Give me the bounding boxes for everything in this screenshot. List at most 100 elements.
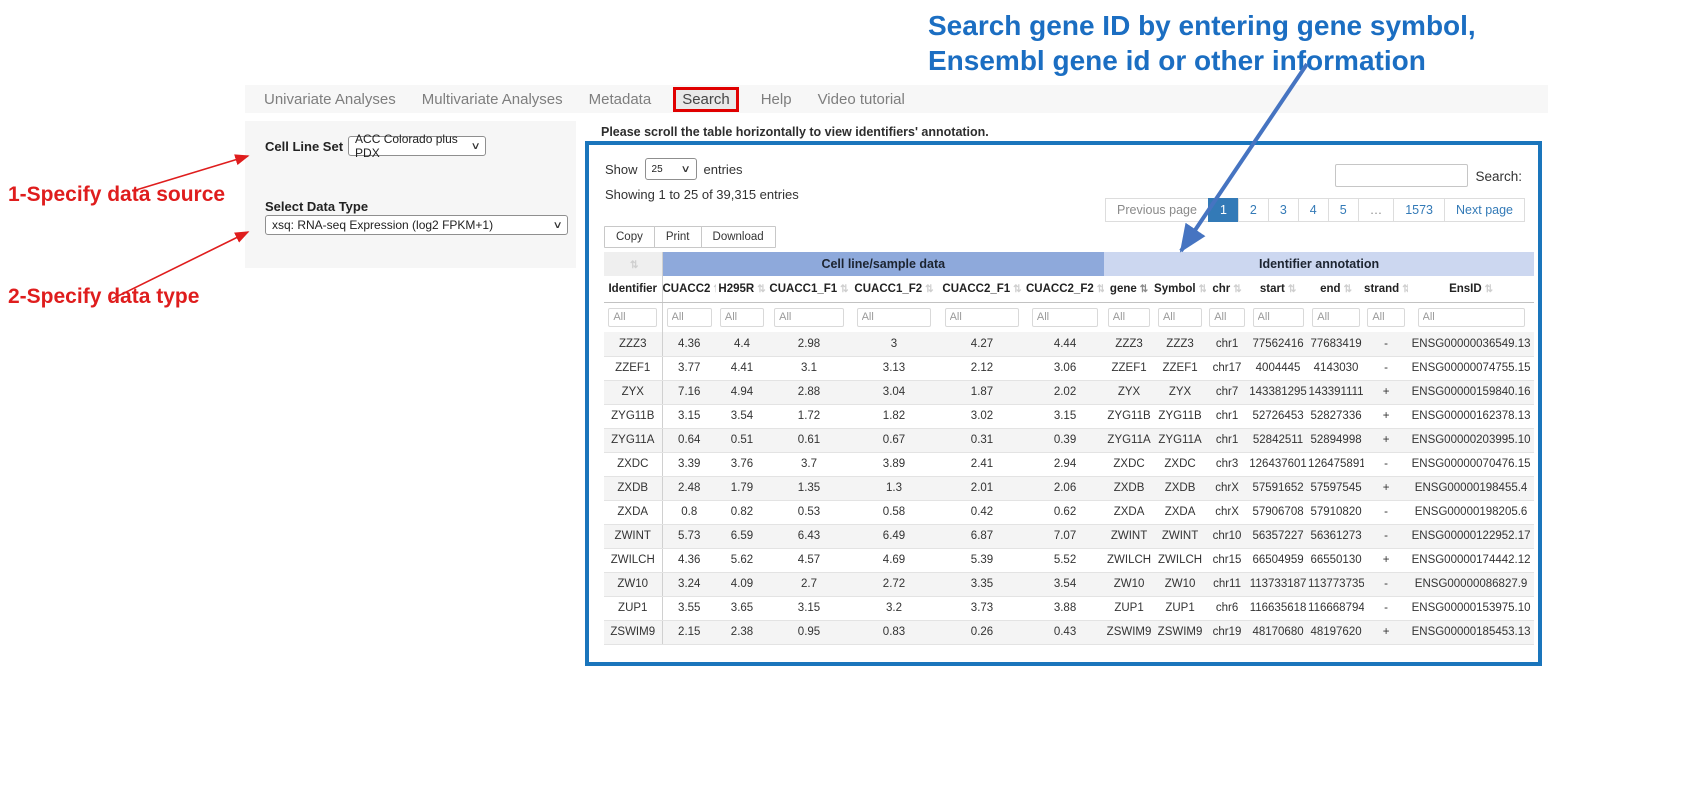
cell-symbol: ZW10	[1154, 572, 1206, 596]
column-header-ensid[interactable]: EnsID⇅	[1408, 276, 1534, 302]
column-header-chr[interactable]: chr⇅	[1206, 276, 1248, 302]
cell-end: 57597545	[1308, 476, 1364, 500]
nav-item-univariate-analyses[interactable]: Univariate Analyses	[264, 91, 396, 108]
column-header-cuacc1-f2[interactable]: CUACC1_F2⇅	[850, 276, 938, 302]
filter-input-cuacc2[interactable]	[667, 308, 712, 327]
cell-line-set-select[interactable]: ACC Colorado plus PDX ∨	[348, 136, 486, 156]
cell-symbol: ZYG11B	[1154, 404, 1206, 428]
cell-gene: ZXDC	[1104, 452, 1154, 476]
cell-end: 56361273	[1308, 524, 1364, 548]
column-header-identifier[interactable]: Identifier	[604, 276, 662, 302]
column-header-end[interactable]: end⇅	[1308, 276, 1364, 302]
search-label: Search:	[1475, 169, 1522, 184]
filter-input-cuacc1-f2[interactable]	[857, 308, 932, 327]
data-type-select[interactable]: xsq: RNA-seq Expression (log2 FPKM+1) ∨	[265, 215, 568, 235]
cell-gene: ZSWIM9	[1104, 620, 1154, 644]
cell-cuacc2-f2: 0.62	[1026, 500, 1104, 524]
table-row: ZWINT5.736.596.436.496.877.07ZWINTZWINTc…	[604, 524, 1534, 548]
table-row: ZW103.244.092.72.723.353.54ZW10ZW10chr11…	[604, 572, 1534, 596]
download-button[interactable]: Download	[701, 226, 776, 248]
cell-cuacc2-f2: 0.39	[1026, 428, 1104, 452]
sort-icon[interactable]: ⇅	[604, 252, 662, 276]
cell-cuacc1-f1: 2.7	[768, 572, 850, 596]
cell-cuacc1-f1: 3.15	[768, 596, 850, 620]
filter-input-end[interactable]	[1312, 308, 1360, 327]
previous-page-button[interactable]: Previous page	[1105, 198, 1209, 222]
cell-end: 52827336	[1308, 404, 1364, 428]
filter-input-cuacc2-f1[interactable]	[945, 308, 1020, 327]
cell-cuacc2-f2: 3.88	[1026, 596, 1104, 620]
copy-button[interactable]: Copy	[604, 226, 655, 248]
column-header-start[interactable]: start⇅	[1248, 276, 1308, 302]
column-header-cuacc1-f1[interactable]: CUACC1_F1⇅	[768, 276, 850, 302]
cell-cuacc1-f2: 3.89	[850, 452, 938, 476]
table-row: ZSWIM92.152.380.950.830.260.43ZSWIM9ZSWI…	[604, 620, 1534, 644]
cell-chr: chr1	[1206, 332, 1248, 356]
search-input[interactable]	[1335, 164, 1468, 187]
pagination: Previous page12345…1573Next page	[1106, 198, 1525, 222]
nav-item-video-tutorial[interactable]: Video tutorial	[818, 91, 905, 108]
cell-line-set-value: ACC Colorado plus PDX	[355, 132, 466, 160]
nav-item-multivariate-analyses[interactable]: Multivariate Analyses	[422, 91, 563, 108]
filter-input-strand[interactable]	[1367, 308, 1404, 327]
nav-item-metadata[interactable]: Metadata	[589, 91, 652, 108]
filter-input-chr[interactable]	[1209, 308, 1245, 327]
cell-cuacc1-f1: 4.57	[768, 548, 850, 572]
page-button-1573[interactable]: 1573	[1393, 198, 1445, 222]
cell-gene: ZYG11A	[1104, 428, 1154, 452]
filter-input-symbol[interactable]	[1158, 308, 1202, 327]
page-button-5[interactable]: 5	[1328, 198, 1359, 222]
cell-ensid: ENSG00000185453.13	[1408, 620, 1534, 644]
cell-ensid: ENSG00000174442.12	[1408, 548, 1534, 572]
cell-h295r: 4.4	[716, 332, 768, 356]
cell-cuacc2-f1: 0.26	[938, 620, 1026, 644]
cell-symbol: ZYX	[1154, 380, 1206, 404]
entries-label: entries	[704, 162, 743, 177]
column-header-symbol[interactable]: Symbol⇅	[1154, 276, 1206, 302]
column-header-cuacc2-f1[interactable]: CUACC2_F1⇅	[938, 276, 1026, 302]
cell-cuacc1-f2: 4.69	[850, 548, 938, 572]
entries-select[interactable]: 25 ∨	[645, 158, 697, 180]
gene-data-table: ⇅Cell line/sample dataIdentifier annotat…	[604, 252, 1534, 645]
filter-input-cuacc1-f1[interactable]	[774, 308, 844, 327]
filter-input-h295r[interactable]	[720, 308, 764, 327]
cell-chr: chr1	[1206, 428, 1248, 452]
cell-cuacc2-f1: 0.31	[938, 428, 1026, 452]
page-button-1[interactable]: 1	[1208, 198, 1239, 222]
sort-icon: ⇅	[1199, 284, 1206, 295]
filter-input-identifier[interactable]	[608, 308, 657, 327]
cell-identifier: ZWILCH	[604, 548, 662, 572]
next-page-button[interactable]: Next page	[1444, 198, 1525, 222]
cell-cuacc1-f1: 0.95	[768, 620, 850, 644]
nav-item-search[interactable]: Search	[673, 87, 739, 112]
cell-cuacc2: 2.48	[662, 476, 716, 500]
navbar: Univariate Analyses Multivariate Analyses…	[245, 85, 1548, 113]
column-header-h295r[interactable]: H295R⇅	[716, 276, 768, 302]
filter-input-gene[interactable]	[1108, 308, 1151, 327]
cell-symbol: ZWILCH	[1154, 548, 1206, 572]
column-header-gene[interactable]: gene⇅	[1104, 276, 1154, 302]
annotation-search-note-line1: Search gene ID by entering gene symbol,	[928, 8, 1568, 43]
cell-cuacc2-f2: 3.06	[1026, 356, 1104, 380]
page-button-4[interactable]: 4	[1298, 198, 1329, 222]
cell-chr: chr15	[1206, 548, 1248, 572]
column-header-strand[interactable]: strand⇅	[1364, 276, 1408, 302]
print-button[interactable]: Print	[654, 226, 702, 248]
filter-input-start[interactable]	[1253, 308, 1304, 327]
cell-cuacc2-f2: 2.94	[1026, 452, 1104, 476]
filter-input-cuacc2-f2[interactable]	[1032, 308, 1098, 327]
column-header-cuacc2-f2[interactable]: CUACC2_F2⇅	[1026, 276, 1104, 302]
cell-gene: ZWILCH	[1104, 548, 1154, 572]
cell-ensid: ENSG00000162378.13	[1408, 404, 1534, 428]
page-button-3[interactable]: 3	[1268, 198, 1299, 222]
cell-h295r: 0.82	[716, 500, 768, 524]
cell-start: 4004445	[1248, 356, 1308, 380]
filter-input-ensid[interactable]	[1418, 308, 1525, 327]
nav-item-help[interactable]: Help	[761, 91, 792, 108]
cell-start: 52842511	[1248, 428, 1308, 452]
column-header-cuacc2[interactable]: CUACC2⇅	[662, 276, 716, 302]
cell-ensid: ENSG00000159840.16	[1408, 380, 1534, 404]
page-button-2[interactable]: 2	[1238, 198, 1269, 222]
cell-strand: -	[1364, 332, 1408, 356]
cell-strand: +	[1364, 380, 1408, 404]
